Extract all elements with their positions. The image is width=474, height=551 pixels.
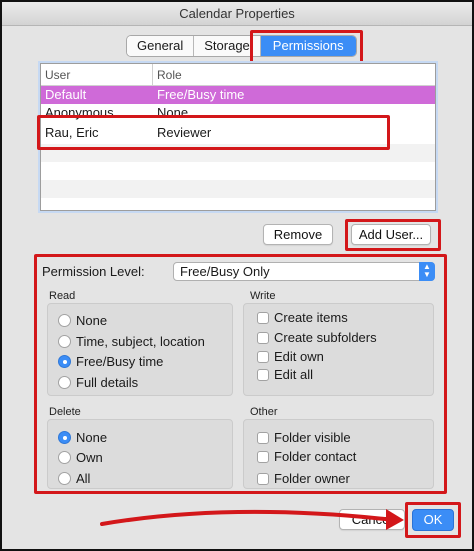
cell-role: Free/Busy time (157, 87, 245, 102)
users-table-header: User Role (41, 64, 435, 86)
annotation-highlight-permissions-section (34, 254, 447, 494)
column-header-role[interactable]: Role (153, 64, 182, 85)
annotation-highlight-add-user (345, 219, 441, 251)
cell-user: Default (45, 87, 87, 102)
remove-button[interactable]: Remove (263, 224, 333, 245)
annotation-highlight-permissions-tab (250, 30, 363, 64)
annotation-highlight-user-row (37, 115, 390, 150)
annotation-highlight-ok-button (405, 502, 461, 538)
tab-general[interactable]: General (127, 36, 195, 56)
cancel-button[interactable]: Cancel (339, 509, 405, 530)
empty-row (41, 180, 435, 198)
table-row[interactable]: Default Free/Busy time (41, 86, 435, 104)
window-title: Calendar Properties (2, 2, 472, 26)
column-header-user[interactable]: User (41, 64, 153, 85)
empty-row (41, 198, 435, 210)
empty-row (41, 162, 435, 180)
calendar-properties-window: Calendar Properties General Storage Perm… (0, 0, 474, 551)
